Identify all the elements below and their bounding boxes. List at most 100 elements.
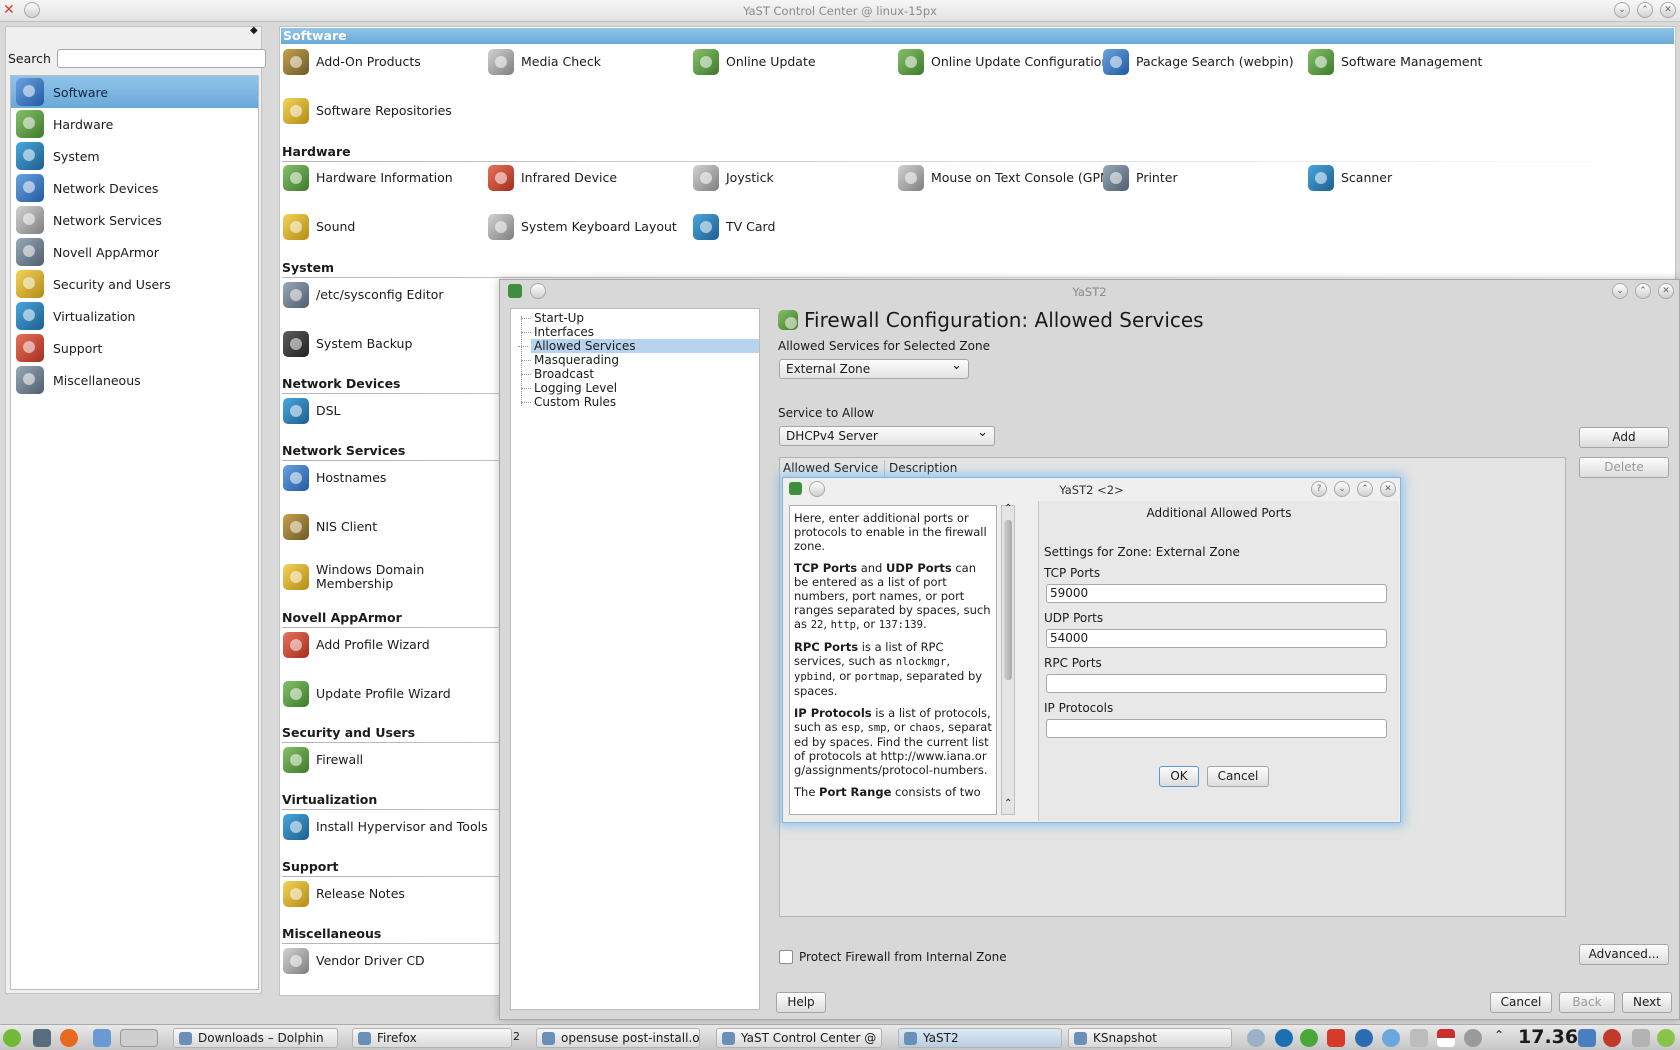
keyboard-flag-icon[interactable]: [1437, 1029, 1455, 1047]
volume-icon[interactable]: [1464, 1029, 1482, 1047]
delete-button[interactable]: Delete: [1579, 457, 1669, 478]
sidebar-item-system[interactable]: System: [11, 140, 258, 172]
zone-select[interactable]: External Zone: [779, 357, 969, 379]
power-icon[interactable]: [1603, 1029, 1621, 1047]
maximize-button[interactable]: ⌃: [1635, 283, 1651, 299]
module-vendor-driver-cd[interactable]: Vendor Driver CD: [283, 948, 425, 974]
module-tv-card[interactable]: TV Card: [693, 214, 775, 240]
module-printer[interactable]: Printer: [1103, 165, 1178, 191]
sidebar-item-network-devices[interactable]: Network Devices: [11, 172, 258, 204]
module-release-notes[interactable]: Release Notes: [283, 881, 405, 907]
sidebar-item-security-and-users[interactable]: Security and Users: [11, 268, 258, 300]
module-system-keyboard-layout[interactable]: System Keyboard Layout: [488, 214, 677, 240]
module-windows-domain-membership[interactable]: Windows Domain Membership: [283, 563, 424, 591]
column-header-allowed-service[interactable]: Allowed Service: [783, 460, 878, 477]
tray-expand-icon[interactable]: ⌃: [1494, 1028, 1504, 1042]
module-sysconfig-editor[interactable]: /etc/sysconfig Editor: [283, 282, 444, 308]
module-add-on-products[interactable]: Add-On Products: [283, 49, 421, 75]
file-manager-icon[interactable]: [93, 1029, 111, 1047]
module-software-management[interactable]: Software Management: [1308, 49, 1482, 75]
module-online-update-configuration[interactable]: Online Update Configuration: [898, 49, 1109, 75]
module-software-repositories[interactable]: Software Repositories: [283, 98, 452, 124]
minimize-button[interactable]: ⌄: [1614, 2, 1630, 18]
check-icon[interactable]: [1300, 1029, 1318, 1047]
system-icon[interactable]: [33, 1029, 51, 1047]
module-firewall[interactable]: Firewall: [283, 747, 363, 773]
module-add-profile-wizard[interactable]: Add Profile Wizard: [283, 632, 430, 658]
minimize-button[interactable]: ⌄: [1334, 481, 1350, 497]
task-firefox[interactable]: Firefox: [352, 1028, 512, 1048]
module-sound[interactable]: Sound: [283, 214, 355, 240]
rpc-ports-input[interactable]: [1046, 674, 1387, 693]
network-icon[interactable]: [1355, 1029, 1373, 1047]
scroll-thumb[interactable]: [1004, 520, 1012, 680]
warning-icon[interactable]: [1327, 1029, 1345, 1047]
sidebar-item-software[interactable]: Software: [11, 76, 258, 108]
scroll-up-arrow-icon[interactable]: ⌃: [1004, 503, 1012, 514]
maximize-button[interactable]: ⌃: [1357, 481, 1373, 497]
protect-firewall-checkbox[interactable]: [779, 950, 793, 964]
kickoff-menu-icon[interactable]: [3, 1029, 21, 1047]
module-infrared-device[interactable]: Infrared Device: [488, 165, 617, 191]
tree-item-logging-level[interactable]: Logging Level: [520, 381, 617, 395]
sidebar-item-network-services[interactable]: Network Services: [11, 204, 258, 236]
help-center-icon[interactable]: [1382, 1029, 1400, 1047]
service-select[interactable]: DHCPv4 Server: [779, 424, 995, 446]
module-hardware-information[interactable]: Hardware Information: [283, 165, 453, 191]
tree-item-broadcast[interactable]: Broadcast: [520, 367, 594, 381]
add-button[interactable]: Add: [1579, 427, 1669, 448]
tree-item-start-up[interactable]: Start-Up: [520, 311, 584, 325]
module-online-update[interactable]: Online Update: [693, 49, 816, 75]
task-yast-control-center[interactable]: YaST Control Center @ linu: [716, 1028, 882, 1048]
advanced-button[interactable]: Advanced...: [1579, 944, 1669, 965]
close-button[interactable]: ✕: [1660, 2, 1676, 18]
clock[interactable]: 17.36: [1518, 1026, 1578, 1048]
module-system-backup[interactable]: System Backup: [283, 331, 412, 357]
sidebar-item-virtualization[interactable]: Virtualization: [11, 300, 258, 332]
sidebar-item-hardware[interactable]: Hardware: [11, 108, 258, 140]
module-mouse-gpm[interactable]: Mouse on Text Console (GPM): [898, 165, 1116, 191]
sidebar-dock-icon[interactable]: ◆: [250, 25, 258, 36]
close-button[interactable]: ✕: [1658, 283, 1674, 299]
module-media-check[interactable]: Media Check: [488, 49, 601, 75]
module-joystick[interactable]: Joystick: [693, 165, 774, 191]
module-update-profile-wizard[interactable]: Update Profile Wizard: [283, 681, 451, 707]
module-install-hypervisor[interactable]: Install Hypervisor and Tools: [283, 814, 488, 840]
task-ksnapshot[interactable]: KSnapshot: [1068, 1028, 1232, 1048]
cancel-button[interactable]: Cancel: [1207, 766, 1269, 787]
search-input[interactable]: [56, 49, 266, 68]
udp-ports-input[interactable]: 54000: [1046, 629, 1387, 648]
sidebar-item-miscellaneous[interactable]: Miscellaneous: [11, 364, 258, 396]
notifier-icon[interactable]: [1657, 1029, 1675, 1047]
cancel-button[interactable]: Cancel: [1490, 992, 1552, 1013]
tcp-ports-input[interactable]: 59000: [1046, 584, 1387, 603]
module-package-search[interactable]: Package Search (webpin): [1103, 49, 1294, 75]
trash-icon[interactable]: [1632, 1029, 1650, 1047]
task-yast2[interactable]: YaST2: [898, 1028, 1062, 1048]
module-dsl[interactable]: DSL: [283, 398, 341, 424]
module-hostnames[interactable]: Hostnames: [283, 465, 386, 491]
help-button[interactable]: Help: [776, 992, 826, 1013]
lock-screen-icon[interactable]: [1578, 1029, 1596, 1047]
module-scanner[interactable]: Scanner: [1308, 165, 1392, 191]
pager-icon[interactable]: [120, 1029, 158, 1047]
maximize-button[interactable]: ⌃: [1637, 2, 1653, 18]
close-button[interactable]: ✕: [1380, 481, 1396, 497]
back-button[interactable]: Back: [1559, 992, 1615, 1013]
minimize-button[interactable]: ⌄: [1612, 283, 1628, 299]
tree-item-custom-rules[interactable]: Custom Rules: [520, 395, 616, 409]
next-button[interactable]: Next: [1622, 992, 1672, 1013]
task-dolphin[interactable]: Downloads – Dolphin: [173, 1028, 338, 1048]
help-scrollbar[interactable]: ⌃ ⌃: [1001, 503, 1015, 815]
tree-item-allowed-services[interactable]: Allowed Services: [518, 339, 759, 353]
ip-protocols-input[interactable]: [1046, 719, 1387, 738]
task-openoffice[interactable]: opensuse post-install.odt -: [536, 1028, 700, 1048]
ok-button[interactable]: OK: [1159, 766, 1199, 787]
sidebar-item-support[interactable]: Support: [11, 332, 258, 364]
module-nis-client[interactable]: NIS Client: [283, 514, 377, 540]
tree-item-interfaces[interactable]: Interfaces: [521, 325, 594, 339]
firefox-icon[interactable]: [60, 1029, 78, 1047]
tree-item-masquerading[interactable]: Masquerading: [520, 353, 619, 367]
help-icon[interactable]: ?: [1311, 481, 1327, 497]
hp-icon[interactable]: [1275, 1029, 1293, 1047]
